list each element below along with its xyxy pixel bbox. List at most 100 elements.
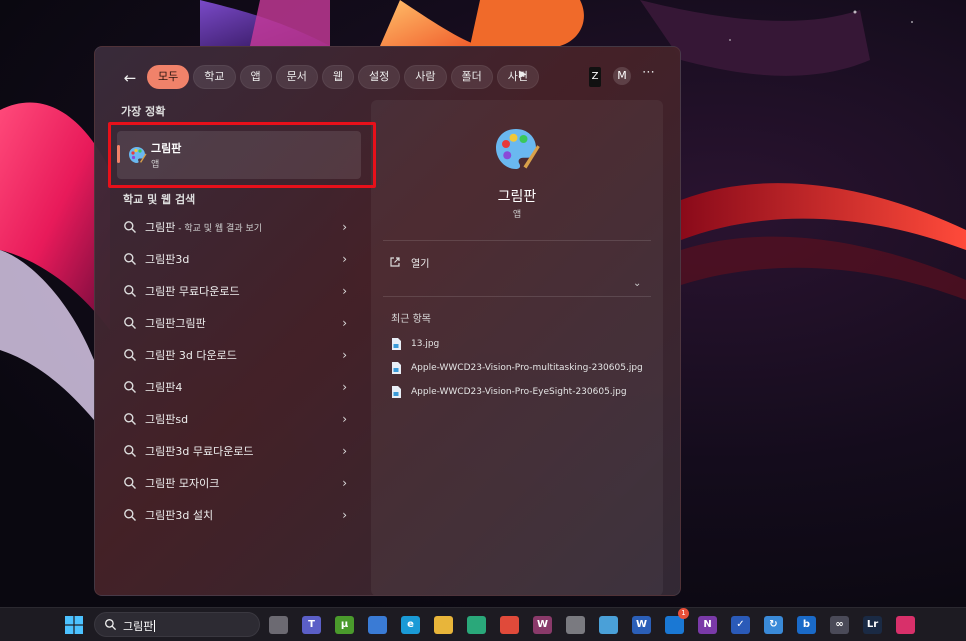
chip-all[interactable]: 모두: [147, 65, 190, 89]
suggestion-text: 그림판3d 설치: [145, 509, 214, 522]
chip-people[interactable]: 사람: [404, 65, 447, 89]
chip-folders[interactable]: 폴더: [450, 65, 493, 89]
app-detail-pane: 그림판 앱 열기 ⌄ 최근 항목 13.jpg Apple-WWCD23-Vis…: [371, 100, 663, 595]
lightroom-icon[interactable]: Lr: [860, 613, 885, 637]
divider: [383, 240, 651, 241]
chip-settings[interactable]: 설정: [358, 65, 401, 89]
sync-icon-glyph: ↻: [764, 616, 783, 634]
file-explorer-icon[interactable]: [431, 613, 456, 637]
chip-school[interactable]: 학교: [193, 65, 236, 89]
account-m-avatar[interactable]: M: [613, 67, 631, 85]
best-match-name: 그림판: [151, 142, 182, 155]
notification-badge: 1: [678, 608, 689, 619]
web-suggestion-item[interactable]: 그림판3d ›: [117, 243, 361, 275]
todo-icon-glyph: ✓: [731, 616, 750, 634]
web-suggestion-item[interactable]: 그림판4 ›: [117, 371, 361, 403]
onenote-icon[interactable]: N: [695, 613, 720, 637]
instagram-icon[interactable]: [893, 613, 918, 637]
web-suggestion-item[interactable]: 그림판 모자이크 ›: [117, 467, 361, 499]
search-icon: [124, 221, 136, 233]
task-view-icon[interactable]: [266, 613, 291, 637]
text-caret: [154, 620, 156, 632]
web-suggestion-item[interactable]: 그림판sd ›: [117, 403, 361, 435]
recent-items-title: 최근 항목: [391, 314, 431, 325]
recent-items-list: 13.jpg Apple-WWCD23-Vision-Pro-multitask…: [391, 332, 643, 404]
suggestion-text: 그림판3d 무료다운로드: [145, 445, 254, 458]
image-file-icon: [392, 386, 401, 398]
expand-chevron-icon[interactable]: ⌄: [633, 278, 641, 289]
chevron-right-icon: ›: [342, 220, 347, 234]
bing-icon[interactable]: b: [794, 613, 819, 637]
paint-palette-icon: [129, 147, 147, 163]
chip-photos[interactable]: 사진: [496, 65, 539, 89]
suggestion-text: 그림판 모자이크: [145, 477, 220, 490]
suggestion-text: 그림판sd: [145, 413, 189, 426]
best-match-title: 가장 정확: [121, 105, 166, 118]
recent-file-name: Apple-WWCD23-Vision-Pro-EyeSight-230605.…: [411, 387, 627, 397]
chip-documents[interactable]: 문서: [275, 65, 318, 89]
results-column: 가장 정확 그림판 앱 학교 및 웹 검색 그림판 - 학교 및 웹 결과 보기…: [113, 103, 363, 522]
windows-start-icon[interactable]: [65, 616, 83, 634]
recent-file-item[interactable]: Apple-WWCD23-Vision-Pro-multitasking-230…: [391, 356, 643, 380]
chrome-icon-glyph: [500, 616, 519, 634]
search-icon: [124, 285, 136, 297]
web-suggestion-item[interactable]: 그림판 3d 다운로드 ›: [117, 339, 361, 371]
app-green-icon[interactable]: [464, 613, 489, 637]
back-button[interactable]: ←: [119, 67, 141, 89]
winrar-icon-glyph: W: [533, 616, 552, 634]
winrar-icon[interactable]: W: [530, 613, 555, 637]
word-icon[interactable]: W: [629, 613, 654, 637]
outlook-icon[interactable]: 1: [662, 608, 689, 637]
recent-file-item[interactable]: 13.jpg: [391, 332, 643, 356]
recent-file-item[interactable]: Apple-WWCD23-Vision-Pro-EyeSight-230605.…: [391, 380, 643, 404]
search-icon: [124, 477, 136, 489]
best-match-item[interactable]: 그림판 앱: [117, 131, 361, 179]
filter-chips: 모두 학교 앱 문서 웹 설정 사람 폴더 사진: [147, 65, 539, 89]
edge-icon[interactable]: e: [398, 613, 423, 637]
image-file-icon: [392, 338, 401, 350]
suggestion-text: 그림판 - 학교 및 웹 결과 보기: [145, 221, 263, 234]
more-options-button[interactable]: ⋯: [642, 65, 655, 80]
open-action[interactable]: 열기: [389, 252, 429, 272]
more-filters-play-icon[interactable]: ▶: [519, 69, 527, 80]
chip-web[interactable]: 웹: [321, 65, 354, 89]
pinned-apps: Tµ e W W 1 N ✓ ↻ b ∞ Lr: [266, 608, 918, 637]
web-suggestion-item[interactable]: 그림판그림판 ›: [117, 307, 361, 339]
web-suggestion-item[interactable]: 그림판3d 무료다운로드 ›: [117, 435, 361, 467]
chip-apps[interactable]: 앱: [239, 65, 272, 89]
recent-file-name: Apple-WWCD23-Vision-Pro-multitasking-230…: [411, 363, 643, 373]
chevron-right-icon: ›: [342, 380, 347, 394]
sync-icon[interactable]: ↻: [761, 613, 786, 637]
app-green-icon-glyph: [467, 616, 486, 634]
web-suggestion-item[interactable]: 그림판 - 학교 및 웹 결과 보기 ›: [117, 211, 361, 243]
todo-icon[interactable]: ✓: [728, 613, 753, 637]
recent-file-name: 13.jpg: [411, 339, 440, 349]
task-view-icon-glyph: [269, 616, 288, 634]
photos-icon[interactable]: [563, 613, 588, 637]
taskbar-search-input[interactable]: 그림판: [94, 612, 260, 637]
detail-app-name: 그림판: [497, 189, 537, 205]
taskbar: 그림판 Tµ e W W 1 N ✓ ↻ b ∞ Lr: [0, 607, 966, 641]
suggestion-text: 그림판3d: [145, 253, 190, 266]
web-suggestion-item[interactable]: 그림판 무료다운로드 ›: [117, 275, 361, 307]
open-external-icon: [390, 257, 400, 267]
search-value: 그림판: [123, 620, 156, 633]
notepad-icon[interactable]: [596, 613, 621, 637]
search-icon: [124, 381, 136, 393]
chevron-right-icon: ›: [342, 444, 347, 458]
web-suggestion-item[interactable]: 그림판3d 설치 ›: [117, 499, 361, 531]
account-z-avatar[interactable]: Z: [589, 67, 601, 87]
detail-app-type: 앱: [512, 210, 522, 220]
filter-bar: ← 모두 학교 앱 문서 웹 설정 사람 폴더 사진 ▶ Z M ⋯: [95, 61, 680, 93]
chrome-icon[interactable]: [497, 613, 522, 637]
chevron-right-icon: ›: [342, 252, 347, 266]
teams-icon[interactable]: T: [299, 613, 324, 637]
chevron-right-icon: ›: [342, 476, 347, 490]
suggestion-text: 그림판4: [145, 381, 183, 394]
open-label: 열기: [411, 258, 430, 270]
lightroom-icon-glyph: Lr: [863, 616, 882, 634]
app-infinity-icon[interactable]: ∞: [827, 613, 852, 637]
utorrent-icon[interactable]: µ: [332, 613, 357, 637]
selection-accent-bar: [117, 145, 120, 163]
store-icon[interactable]: [365, 613, 390, 637]
